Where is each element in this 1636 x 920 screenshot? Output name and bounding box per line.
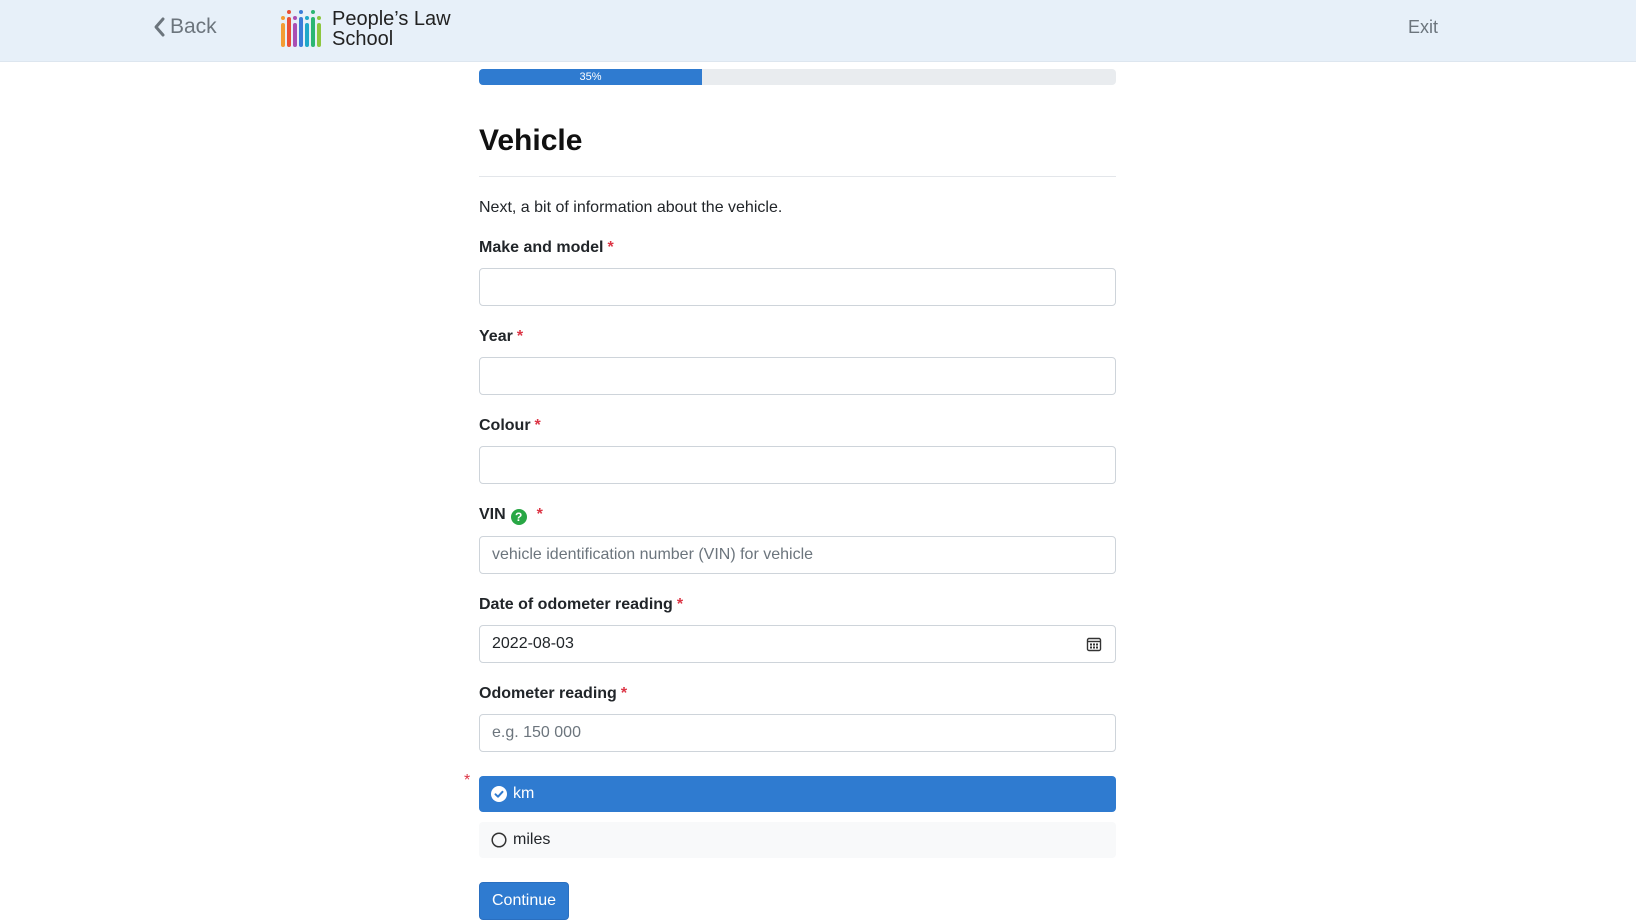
exit-button[interactable]: Exit bbox=[1408, 17, 1438, 38]
required-asterisk: * bbox=[534, 417, 541, 434]
navbar: Back People’s Law School Exit bbox=[0, 0, 1636, 62]
required-asterisk: * bbox=[516, 328, 524, 345]
chevron-left-icon bbox=[154, 17, 165, 37]
logo-text: People’s Law School bbox=[332, 9, 451, 49]
calendar-icon[interactable] bbox=[1086, 636, 1102, 652]
odometer-input[interactable] bbox=[479, 714, 1116, 752]
year-field: Year * bbox=[479, 328, 1116, 395]
question-circle-icon[interactable]: ? bbox=[510, 509, 527, 525]
required-asterisk: * bbox=[620, 685, 628, 702]
required-asterisk: * bbox=[607, 239, 614, 256]
peoples-law-school-logo-icon bbox=[281, 10, 321, 47]
back-button[interactable]: Back bbox=[152, 15, 217, 39]
vin-input[interactable] bbox=[479, 536, 1116, 574]
required-asterisk: * bbox=[676, 596, 684, 613]
progress-fill: 35% bbox=[479, 69, 702, 85]
year-input[interactable] bbox=[479, 357, 1116, 395]
odometer-date-field: Date of odometer reading * bbox=[479, 596, 1116, 663]
intro-text: Next, a bit of information about the veh… bbox=[479, 199, 783, 216]
back-label: Back bbox=[170, 15, 217, 38]
odometer-date-label: Date of odometer reading * bbox=[479, 596, 684, 613]
progress-bar: 35% bbox=[479, 69, 1116, 85]
colour-input[interactable] bbox=[479, 446, 1116, 484]
required-asterisk: * bbox=[536, 506, 543, 523]
radio-option-miles[interactable]: miles bbox=[479, 822, 1116, 858]
radio-option-km[interactable]: km bbox=[479, 776, 1116, 812]
odometer-label: Odometer reading * bbox=[479, 685, 628, 702]
main-content: Vehicle Next, a bit of information about… bbox=[464, 110, 1116, 920]
colour-field: Colour * bbox=[479, 417, 1116, 484]
units-radio-group: * km miles bbox=[464, 772, 1116, 858]
required-asterisk: * bbox=[464, 772, 471, 789]
radio-label-miles: miles bbox=[513, 831, 551, 848]
colour-label: Colour * bbox=[479, 417, 541, 434]
page-title: Vehicle bbox=[479, 110, 1116, 177]
vin-field: VIN? * bbox=[479, 506, 1116, 574]
check-circle-icon bbox=[491, 786, 507, 802]
year-label: Year * bbox=[479, 328, 524, 345]
logo-line2: School bbox=[332, 28, 394, 50]
logo[interactable]: People’s Law School bbox=[280, 9, 451, 49]
logo-line1: People’s Law bbox=[332, 8, 451, 30]
empty-circle-icon bbox=[491, 832, 507, 848]
odometer-date-input[interactable] bbox=[479, 625, 1116, 663]
odometer-field: Odometer reading * bbox=[479, 685, 1116, 752]
make-model-input[interactable] bbox=[479, 268, 1116, 306]
continue-button[interactable]: Continue bbox=[479, 882, 570, 920]
radio-label-km: km bbox=[513, 785, 535, 802]
make-model-label: Make and model * bbox=[479, 239, 614, 256]
make-model-field: Make and model * bbox=[479, 239, 1116, 306]
vin-label: VIN? * bbox=[479, 506, 543, 525]
